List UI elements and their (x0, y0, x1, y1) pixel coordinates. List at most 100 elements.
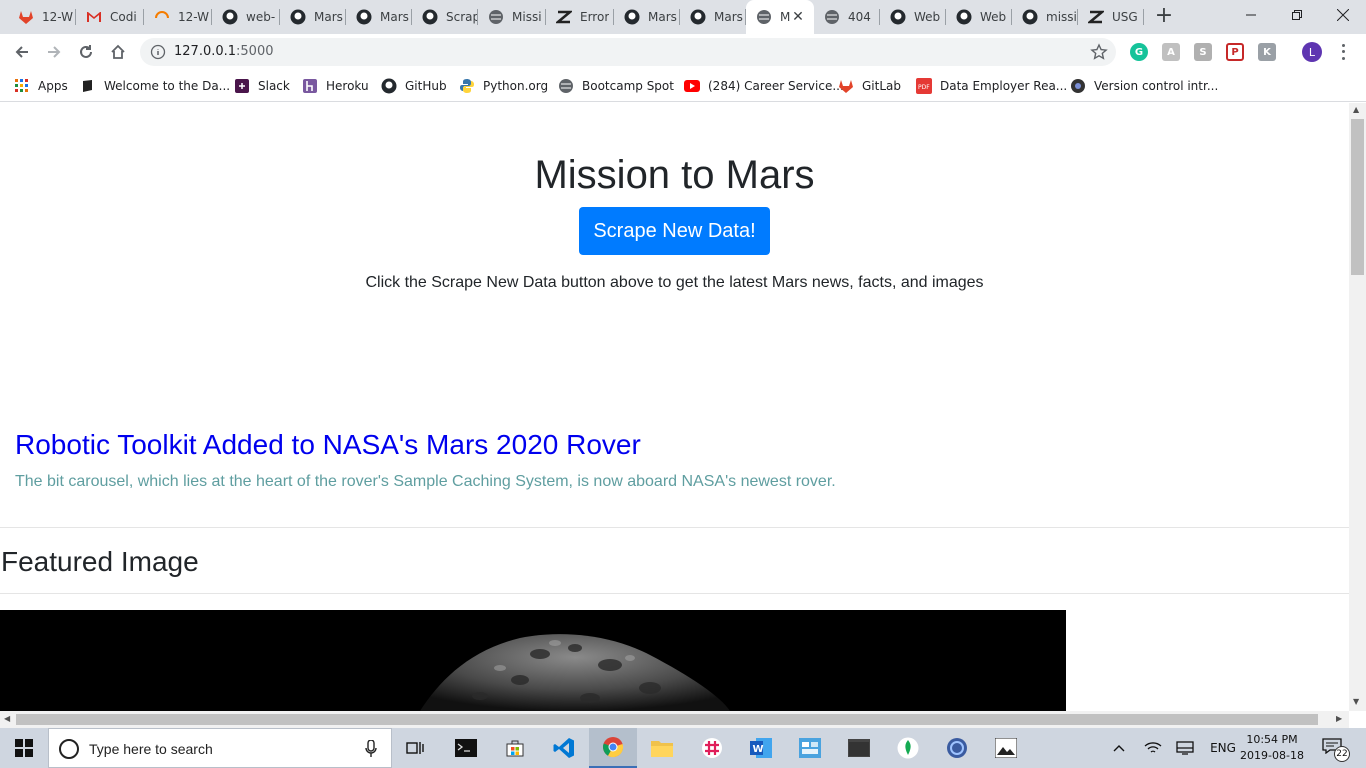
news-title-link[interactable]: Robotic Toolkit Added to NASA's Mars 202… (15, 429, 641, 461)
scroll-left-icon[interactable]: ◀ (4, 714, 10, 723)
tab-gmail[interactable]: Codi (76, 0, 144, 34)
scroll-up-icon[interactable]: ▲ (1353, 105, 1359, 114)
taskbar-photos[interactable] (982, 728, 1030, 768)
minimize-button[interactable] (1228, 0, 1274, 30)
taskbar-store[interactable] (491, 728, 539, 768)
action-center-button[interactable]: 22 (1322, 738, 1350, 762)
taskbar-word[interactable]: W (737, 728, 785, 768)
bookmark-version-control[interactable]: Version control intr... (1070, 76, 1218, 96)
scrape-button[interactable]: Scrape New Data! (579, 207, 770, 255)
tab-404[interactable]: 404 (814, 0, 880, 34)
github-icon (956, 9, 972, 25)
bookmark-heroku[interactable]: Heroku (302, 76, 369, 96)
tab-github-web-3[interactable]: Web (946, 0, 1012, 34)
scroll-down-icon[interactable]: ▼ (1353, 697, 1359, 706)
tab-error[interactable]: Error (546, 0, 614, 34)
app-circle-icon (947, 738, 967, 758)
mongodb-icon (897, 737, 919, 759)
bookmark-bootcamp[interactable]: Bootcamp Spot (558, 76, 674, 96)
taskbar-chrome[interactable] (589, 728, 637, 768)
bookmark-career[interactable]: (284) Career Service... (684, 76, 844, 96)
vertical-scroll-thumb[interactable] (1351, 119, 1364, 275)
tab-usgs[interactable]: USG (1078, 0, 1144, 34)
profile-avatar[interactable]: L (1302, 42, 1322, 62)
address-bar[interactable]: 127.0.0.1:5000 (140, 38, 1116, 66)
gitlab-icon (18, 9, 34, 25)
horizontal-scrollbar[interactable]: ◀ ▶ (0, 711, 1349, 728)
taskbar-file-explorer[interactable] (638, 728, 686, 768)
taskbar-control-panel[interactable] (786, 728, 834, 768)
taskbar-terminal[interactable] (442, 728, 490, 768)
taskbar-mongodb[interactable] (884, 728, 932, 768)
taskbar-window[interactable] (835, 728, 883, 768)
divider (0, 527, 1349, 528)
bookmark-apps[interactable]: Apps (14, 76, 68, 96)
back-button[interactable] (8, 38, 36, 66)
close-tab-icon[interactable]: ✕ (790, 9, 806, 25)
bookmark-slack[interactable]: Slack (234, 76, 290, 96)
info-icon (150, 44, 166, 60)
show-hidden-icons[interactable] (1108, 728, 1130, 768)
tab-github-mars-2[interactable]: Mars (346, 0, 412, 34)
bookmark-data-employer[interactable]: PDF Data Employer Rea... (916, 76, 1067, 96)
gitlab-icon (838, 78, 854, 94)
github-icon (624, 9, 640, 25)
reload-button[interactable] (72, 38, 100, 66)
taskbar-app-circle[interactable] (933, 728, 981, 768)
bookmark-python[interactable]: Python.org (459, 76, 548, 96)
start-button[interactable] (0, 728, 48, 768)
pocket-extension-icon[interactable]: P (1226, 43, 1244, 61)
key-extension-icon[interactable]: K (1258, 43, 1276, 61)
microphone-icon[interactable] (365, 740, 377, 758)
home-button[interactable] (104, 38, 132, 66)
tab-active-mars[interactable]: M ✕ (746, 0, 814, 34)
taskbar-slack[interactable] (688, 728, 736, 768)
asteroid-image (420, 634, 730, 711)
tab-github-mars-3[interactable]: Mars (614, 0, 680, 34)
task-view-icon (406, 742, 424, 754)
tab-loading-12w[interactable]: 12-W (144, 0, 212, 34)
language-indicator[interactable]: ENG (1206, 728, 1240, 768)
restore-icon (1292, 10, 1302, 20)
grammarly-extension-icon[interactable]: G (1130, 43, 1148, 61)
browser-menu-icon[interactable] (1336, 42, 1350, 62)
svg-text:W: W (753, 744, 764, 755)
new-tab-button[interactable]: + (1152, 5, 1176, 29)
tab-github-web[interactable]: web- (212, 0, 280, 34)
taskbar-search-box[interactable]: Type here to search (48, 728, 392, 768)
tab-mission[interactable]: Missi (478, 0, 546, 34)
bookmark-github[interactable]: GitHub (381, 76, 447, 96)
forward-button[interactable] (40, 38, 68, 66)
horizontal-scroll-thumb[interactable] (16, 714, 1318, 725)
terminal-icon (455, 739, 477, 757)
tab-github-mars-1[interactable]: Mars (280, 0, 346, 34)
globe-icon (824, 9, 840, 25)
taskbar-vscode[interactable] (540, 728, 588, 768)
zendesk-icon (1088, 9, 1104, 25)
vertical-scrollbar[interactable]: ▲ ▼ (1349, 103, 1366, 711)
github-icon (381, 78, 397, 94)
tab-gitlab-12w[interactable]: 12-W (8, 0, 76, 34)
bookmark-welcome[interactable]: Welcome to the Da... (80, 76, 230, 96)
bookmark-gitlab[interactable]: GitLab (838, 76, 901, 96)
network-status[interactable] (1140, 728, 1166, 768)
store-icon (506, 740, 524, 757)
tab-github-scrape[interactable]: Scrap (412, 0, 478, 34)
cortana-icon (59, 739, 79, 759)
bookmark-star-icon[interactable] (1090, 43, 1108, 61)
acrobat-extension-icon[interactable]: A (1162, 43, 1180, 61)
close-window-button[interactable] (1320, 0, 1366, 30)
extension-icon[interactable]: S (1194, 43, 1212, 61)
task-view-button[interactable] (392, 728, 440, 768)
display-status[interactable] (1172, 728, 1198, 768)
scroll-right-icon[interactable]: ▶ (1336, 714, 1342, 723)
taskbar-clock[interactable]: 10:54 PM 2019-08-18 (1240, 732, 1304, 764)
arrow-left-icon (15, 46, 28, 58)
browser-toolbar: 127.0.0.1:5000 G A S P K L (0, 34, 1366, 70)
tab-github-missi[interactable]: missi (1012, 0, 1078, 34)
github-icon (222, 9, 238, 25)
maximize-button[interactable] (1274, 0, 1320, 30)
tab-github-web-2[interactable]: Web (880, 0, 946, 34)
page-title: Mission to Mars (534, 153, 815, 197)
tab-github-mars-4[interactable]: Mars (680, 0, 746, 34)
